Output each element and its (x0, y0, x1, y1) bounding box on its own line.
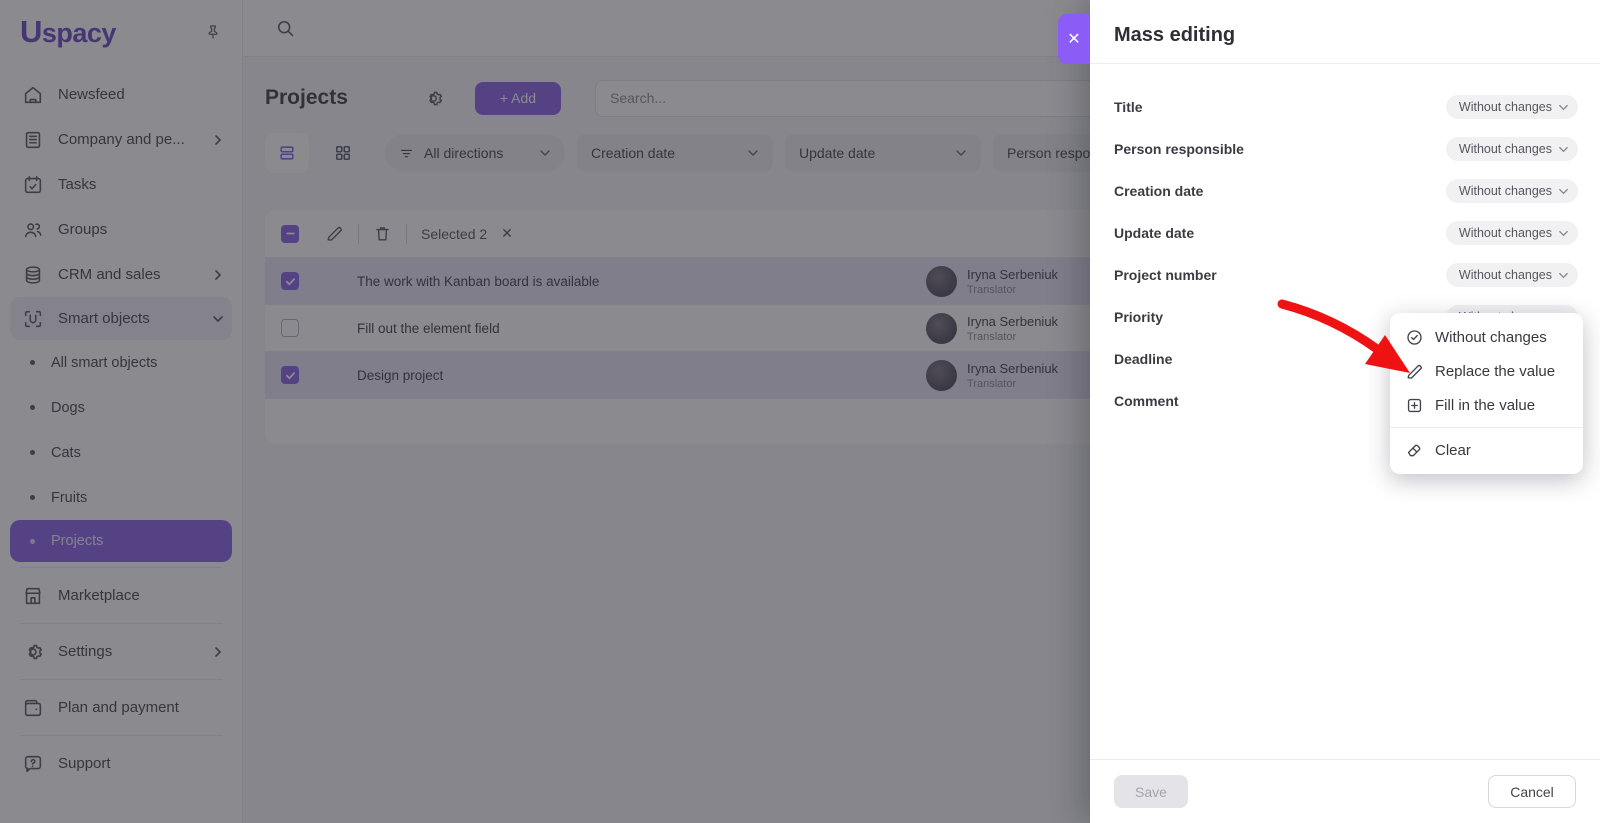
field-row-creation-date: Creation date Without changes (1114, 170, 1578, 212)
plus-square-icon (1405, 396, 1424, 415)
field-label: Person responsible (1114, 141, 1244, 157)
menu-item-label: Replace the value (1435, 363, 1555, 380)
field-row-project-number: Project number Without changes (1114, 254, 1578, 296)
pencil-icon (1405, 362, 1424, 381)
field-label: Priority (1114, 309, 1163, 325)
panel-footer: Save Cancel (1090, 759, 1600, 823)
field-label: Project number (1114, 267, 1217, 283)
field-row-update-date: Update date Without changes (1114, 212, 1578, 254)
menu-item-without-changes[interactable]: Without changes (1390, 320, 1583, 354)
field-label: Comment (1114, 393, 1179, 409)
field-mode-dropdown[interactable]: Without changes (1446, 179, 1578, 203)
chevron-down-icon (1558, 186, 1569, 197)
menu-item-clear[interactable]: Clear (1390, 433, 1583, 467)
field-label: Deadline (1114, 351, 1172, 367)
close-icon: ✕ (1067, 29, 1080, 49)
field-label: Update date (1114, 225, 1194, 241)
panel-close-button[interactable]: ✕ (1058, 14, 1090, 64)
field-label: Title (1114, 99, 1143, 115)
chevron-down-icon (1558, 144, 1569, 155)
menu-item-label: Without changes (1435, 329, 1547, 346)
field-mode-menu: Without changes Replace the value Fill i… (1390, 313, 1583, 474)
field-mode-dropdown[interactable]: Without changes (1446, 95, 1578, 119)
check-circle-icon (1405, 328, 1424, 347)
menu-item-label: Fill in the value (1435, 397, 1535, 414)
field-row-title: Title Without changes (1114, 86, 1578, 128)
field-mode-dropdown[interactable]: Without changes (1446, 221, 1578, 245)
chevron-down-icon (1558, 270, 1569, 281)
chevron-down-icon (1558, 228, 1569, 239)
field-mode-value: Without changes (1459, 268, 1552, 282)
save-button[interactable]: Save (1114, 775, 1188, 808)
modal-dim-overlay[interactable] (0, 0, 1090, 823)
menu-item-replace-the-value[interactable]: Replace the value (1390, 354, 1583, 388)
cancel-button[interactable]: Cancel (1488, 775, 1576, 808)
field-mode-value: Without changes (1459, 226, 1552, 240)
panel-title: Mass editing (1090, 0, 1600, 64)
field-mode-dropdown[interactable]: Without changes (1446, 263, 1578, 287)
menu-item-fill-in-the-value[interactable]: Fill in the value (1390, 388, 1583, 422)
field-mode-value: Without changes (1459, 184, 1552, 198)
chevron-down-icon (1558, 102, 1569, 113)
eraser-icon (1405, 441, 1424, 460)
field-mode-value: Without changes (1459, 100, 1552, 114)
menu-item-label: Clear (1435, 442, 1471, 459)
field-mode-dropdown[interactable]: Without changes (1446, 137, 1578, 161)
menu-divider (1390, 427, 1583, 428)
app-window: Uspacy Newsfeed Company and pe... Tasks (0, 0, 1600, 823)
field-label: Creation date (1114, 183, 1203, 199)
field-row-person-responsible: Person responsible Without changes (1114, 128, 1578, 170)
field-mode-value: Without changes (1459, 142, 1552, 156)
